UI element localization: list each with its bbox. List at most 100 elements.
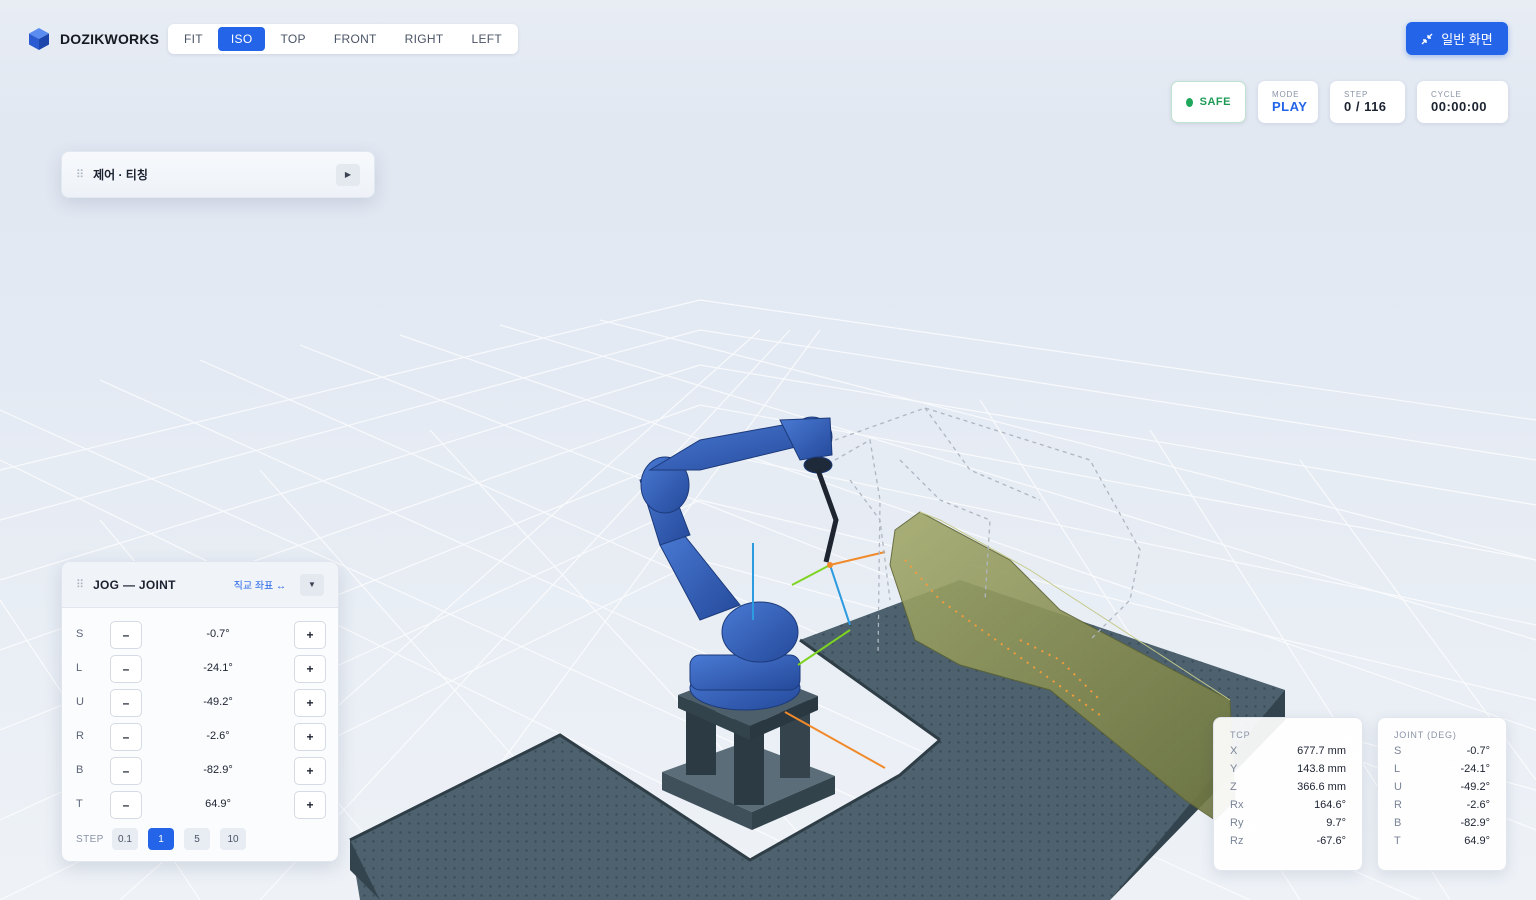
view-fit-button[interactable]: FIT [171, 27, 216, 51]
jog-value: -2.6° [206, 730, 230, 742]
joint-row: U -49.2° [1394, 781, 1490, 799]
tcp-row-value: 677.7 mm [1297, 745, 1346, 757]
jog-plus-button[interactable]: + [294, 791, 326, 819]
jog-axis-label: L [76, 662, 83, 674]
mode-label: MODE [1272, 90, 1300, 99]
jog-plus-button[interactable]: + [294, 621, 326, 649]
jog-row-t: T – 64.9° + [62, 791, 338, 819]
drag-handle-icon[interactable]: ⠿ [76, 578, 84, 591]
safe-dot-icon [1186, 97, 1193, 107]
jog-value: -49.2° [203, 696, 233, 708]
tcp-row-value: 143.8 mm [1297, 763, 1346, 775]
tcp-readout-panel: TCP X 677.7 mm Y 143.8 mm Z 366.6 mm Rx 164.6° R… [1213, 717, 1363, 871]
joint-row-value: 64.9° [1464, 835, 1490, 847]
joint-row: T 64.9° [1394, 835, 1490, 853]
expand-panel-button[interactable]: ▶ [336, 163, 360, 186]
tcp-row-key: Y [1230, 763, 1238, 775]
view-iso-button[interactable]: ISO [217, 27, 266, 51]
tcp-title: TCP [1230, 730, 1251, 740]
normal-screen-button[interactable]: 일반 화면 [1406, 22, 1508, 55]
tcp-row: X 677.7 mm [1230, 745, 1346, 763]
drag-handle-icon[interactable]: ⠿ [76, 168, 84, 181]
jog-axis-label: U [76, 696, 84, 708]
jog-minus-button[interactable]: – [110, 689, 142, 717]
joint-row: B -82.9° [1394, 817, 1490, 835]
step-card: STEP 0 / 116 [1330, 81, 1405, 123]
jog-minus-button[interactable]: – [110, 655, 142, 683]
jog-axis-label: S [76, 628, 84, 640]
joint-row-key: R [1394, 799, 1402, 811]
jog-value: 64.9° [205, 798, 231, 810]
tcp-row: Rx 164.6° [1230, 799, 1346, 817]
cycle-card: CYCLE 00:00:00 [1417, 81, 1508, 123]
jog-axis-label: T [76, 798, 83, 810]
jog-minus-button[interactable]: – [110, 757, 142, 785]
play-icon: ▶ [344, 170, 352, 179]
control-teaching-panel[interactable]: ⠿ 제어 · 티칭 ▶ [61, 151, 375, 198]
jog-row-l: L – -24.1° + [62, 655, 338, 683]
tcp-row: Z 366.6 mm [1230, 781, 1346, 799]
robot-arm [639, 416, 833, 711]
joint-row-key: L [1394, 763, 1401, 775]
jog-value: -82.9° [203, 764, 233, 776]
jog-plus-button[interactable]: + [294, 689, 326, 717]
control-panel-title: 제어 · 티칭 [93, 168, 148, 182]
view-right-button[interactable]: RIGHT [392, 27, 457, 51]
jog-plus-button[interactable]: + [294, 757, 326, 785]
joint-row-key: B [1394, 817, 1402, 829]
joint-title: JOINT (DEG) [1394, 730, 1457, 740]
app-name: DOZIKWORKS [60, 31, 160, 47]
step-option-1[interactable]: 1 [148, 828, 174, 850]
switch-cartesian-link[interactable]: 직교 좌표 ↔ [234, 577, 286, 592]
joint-row-value: -2.6° [1466, 799, 1490, 811]
view-left-button[interactable]: LEFT [459, 27, 516, 51]
cube-logo-icon [29, 28, 49, 50]
joint-row-key: S [1394, 745, 1402, 757]
normal-screen-label: 일반 화면 [1441, 32, 1493, 47]
joint-row-value: -49.2° [1460, 781, 1490, 793]
tcp-row: Rz -67.6° [1230, 835, 1346, 853]
jog-minus-button[interactable]: – [110, 621, 142, 649]
jog-value: -24.1° [203, 662, 233, 674]
mode-value: PLAY [1272, 99, 1308, 114]
step-option-5[interactable]: 5 [184, 828, 210, 850]
jog-row-r: R – -2.6° + [62, 723, 338, 751]
tcp-row-value: 366.6 mm [1297, 781, 1346, 793]
step-size-label: STEP [76, 833, 104, 845]
joint-row: L -24.1° [1394, 763, 1490, 781]
tcp-row: Y 143.8 mm [1230, 763, 1346, 781]
tcp-row-value: 164.6° [1314, 799, 1346, 811]
step-label: STEP [1344, 90, 1369, 99]
safety-status-badge: SAFE [1171, 81, 1246, 123]
step-selector: STEP 0.1 1 5 10 [76, 828, 246, 850]
collapse-jog-button[interactable]: ▼ [300, 573, 324, 596]
jog-plus-button[interactable]: + [294, 655, 326, 683]
tcp-row-key: Ry [1230, 817, 1244, 829]
jog-axis-label: B [76, 764, 84, 776]
joint-row-value: -0.7° [1466, 745, 1490, 757]
jog-row-b: B – -82.9° + [62, 757, 338, 785]
jog-minus-button[interactable]: – [110, 791, 142, 819]
collapse-screen-icon [1421, 33, 1433, 44]
safety-status-text: SAFE [1199, 96, 1231, 108]
cycle-value: 00:00:00 [1431, 99, 1488, 114]
step-option-0-1[interactable]: 0.1 [112, 828, 138, 850]
step-value: 0 / 116 [1344, 99, 1387, 114]
tcp-row-key: Rx [1230, 799, 1244, 811]
view-front-button[interactable]: FRONT [321, 27, 390, 51]
tcp-row-key: Rz [1230, 835, 1244, 847]
jog-row-s: S – -0.7° + [62, 621, 338, 649]
joint-row: S -0.7° [1394, 745, 1490, 763]
jog-plus-button[interactable]: + [294, 723, 326, 751]
tcp-row-value: -67.6° [1316, 835, 1346, 847]
tcp-row: Ry 9.7° [1230, 817, 1346, 835]
app-logo[interactable]: DOZIKWORKS [28, 27, 159, 51]
view-preset-bar: FIT ISO TOP FRONT RIGHT LEFT [168, 24, 519, 54]
jog-minus-button[interactable]: – [110, 723, 142, 751]
tcp-row-key: X [1230, 745, 1238, 757]
tcp-row-value: 9.7° [1326, 817, 1346, 829]
view-top-button[interactable]: TOP [267, 27, 318, 51]
joint-row-key: T [1394, 835, 1401, 847]
step-option-10[interactable]: 10 [220, 828, 246, 850]
jog-row-u: U – -49.2° + [62, 689, 338, 717]
